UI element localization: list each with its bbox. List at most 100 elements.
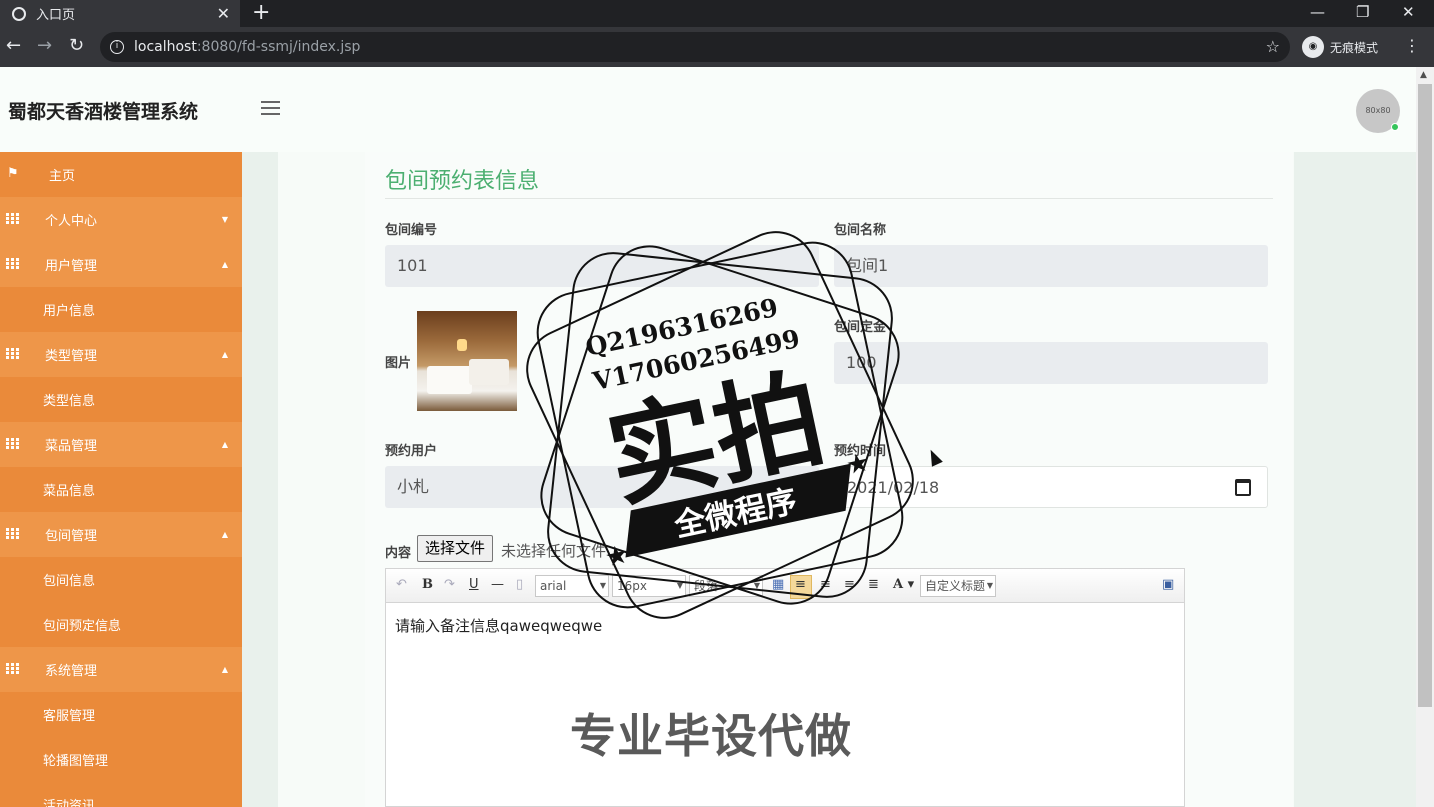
sidebar-item[interactable]: 类型信息 <box>0 377 242 422</box>
font-size-select[interactable]: 16px ▼ <box>612 575 686 597</box>
sidebar-item[interactable]: 包间信息 <box>0 557 242 602</box>
sidebar-item-label: 系统管理 <box>45 664 98 679</box>
chevron-up-icon: ▲ <box>221 440 228 449</box>
date-field[interactable]: 2021/02/18 <box>834 466 1268 508</box>
align-center-icon[interactable]: ≡ <box>820 577 831 592</box>
deposit-field[interactable]: 100 <box>834 342 1268 384</box>
chevron-up-icon: ▲ <box>221 530 228 539</box>
sidebar-item[interactable]: 包间预定信息 <box>0 602 242 647</box>
calendar-icon[interactable] <box>1235 479 1251 496</box>
url-input[interactable]: i localhost:8080/fd-ssmj/index.jsp ☆ <box>100 32 1290 62</box>
incognito-indicator[interactable]: ◉ 无痕模式 <box>1302 36 1378 58</box>
forward-button[interactable]: → <box>37 35 52 57</box>
user-field[interactable]: 小札 <box>385 466 819 508</box>
sidebar-item[interactable]: 用户信息 <box>0 287 242 332</box>
sidebar-item[interactable]: 活动资讯 <box>0 782 242 807</box>
info-icon[interactable]: i <box>110 40 124 54</box>
room-name-label: 包间名称 <box>834 223 887 238</box>
bookmark-star-icon[interactable]: ☆ <box>1266 37 1280 56</box>
image-label: 图片 <box>385 356 412 371</box>
bold-icon[interactable]: B <box>422 577 433 592</box>
scroll-thumb[interactable] <box>1418 84 1432 707</box>
sidebar-item-label: 包间信息 <box>43 574 96 589</box>
sidebar-item[interactable]: 用户管理 ▲ <box>0 242 242 287</box>
no-file-text: 未选择任何文件 <box>501 542 607 560</box>
grid-icon <box>6 528 19 539</box>
minimize-button[interactable]: — <box>1310 2 1325 22</box>
hamburger-menu-icon[interactable] <box>261 101 280 119</box>
grid-icon <box>6 663 19 674</box>
custom-heading-value: 自定义标题 <box>925 579 986 593</box>
browser-tabbar: 入口页 ✕ + — ❐ ✕ <box>0 0 1434 27</box>
font-color-icon[interactable]: A ▾ <box>893 577 914 592</box>
sidebar-item-label: 菜品管理 <box>45 439 98 454</box>
app-title: 蜀都天香酒楼管理系统 <box>8 101 199 123</box>
underline-icon[interactable]: U <box>469 577 479 592</box>
sidebar-item[interactable]: 客服管理 <box>0 692 242 737</box>
avatar-text: 80x80 <box>1365 106 1391 115</box>
horizontal-rule-icon[interactable]: — <box>491 577 504 592</box>
custom-heading-select[interactable]: 自定义标题 ▼ <box>920 575 996 597</box>
back-button[interactable]: ← <box>6 35 21 57</box>
sidebar: ⚑ 主页个人中心 ▼ 用户管理 ▲ 用户信息类型管理 ▲ 类型信息菜品管理 ▲ 菜品信息包间管理 ▲… <box>0 152 242 807</box>
redo-icon[interactable]: ↷ <box>444 577 455 592</box>
sidebar-item-label: 轮播图管理 <box>43 754 109 769</box>
flag-icon: ⚑ <box>7 166 19 181</box>
sidebar-item[interactable]: ⚑ 主页 <box>0 152 242 197</box>
browser-menu-icon[interactable]: ⋮ <box>1404 36 1420 55</box>
grid-icon <box>6 438 19 449</box>
browser-tab[interactable]: 入口页 ✕ <box>0 0 240 27</box>
font-family-select[interactable]: arial ▼ <box>535 575 609 597</box>
chevron-down-icon: ▼ <box>221 215 228 224</box>
sidebar-item-label: 菜品信息 <box>43 484 96 499</box>
sidebar-item[interactable]: 个人中心 ▼ <box>0 197 242 242</box>
scroll-up-icon[interactable]: ▲ <box>1420 70 1427 80</box>
sidebar-item[interactable]: 系统管理 ▲ <box>0 647 242 692</box>
tab-title: 入口页 <box>36 8 76 23</box>
sidebar-item-label: 主页 <box>49 169 76 184</box>
reload-button[interactable]: ↻ <box>69 35 84 57</box>
content-label: 内容 <box>385 546 412 561</box>
sidebar-item[interactable]: 菜品信息 <box>0 467 242 512</box>
align-right-icon[interactable]: ≡ <box>844 577 855 592</box>
paste-icon[interactable]: ▯ <box>516 577 523 592</box>
deposit-label: 包间定金 <box>834 320 887 335</box>
sidebar-item-label: 包间预定信息 <box>43 619 122 634</box>
chevron-up-icon: ▲ <box>221 665 228 674</box>
table-icon[interactable]: ▦ <box>772 577 784 592</box>
grid-icon <box>6 348 19 359</box>
sidebar-item[interactable]: 菜品管理 ▲ <box>0 422 242 467</box>
tab-close-icon[interactable]: ✕ <box>217 4 230 23</box>
undo-icon[interactable]: ↶ <box>396 577 407 592</box>
sidebar-item-label: 客服管理 <box>43 709 96 724</box>
sidebar-item-label: 活动资讯 <box>43 799 96 807</box>
rich-text-editor[interactable]: ↶ B ↷ U — ▯ arial ▼ 16px ▼ 段落 ▼ ▦ ≡ ≡ ≡ ≣ A… <box>385 568 1185 807</box>
sidebar-item-label: 用户信息 <box>43 304 96 319</box>
paragraph-select[interactable]: 段落 ▼ <box>689 575 763 597</box>
date-value: 2021/02/18 <box>847 478 940 497</box>
sidebar-item[interactable]: 轮播图管理 <box>0 737 242 782</box>
globe-icon <box>12 6 26 21</box>
room-image <box>417 311 517 411</box>
sidebar-item[interactable]: 包间管理 ▲ <box>0 512 242 557</box>
align-left-icon[interactable]: ≡ <box>795 577 806 592</box>
font-family-value: arial <box>540 579 567 593</box>
grid-icon <box>6 258 19 269</box>
page-scrollbar[interactable]: ▲ <box>1416 67 1434 807</box>
room-no-label: 包间编号 <box>385 223 438 238</box>
fullscreen-icon[interactable]: ▣ <box>1162 577 1174 592</box>
incognito-icon: ◉ <box>1302 36 1324 58</box>
editor-content[interactable]: 请输入备注信息qaweqweqwe <box>395 615 602 636</box>
align-justify-icon[interactable]: ≣ <box>868 577 879 592</box>
paragraph-value: 段落 <box>694 579 719 593</box>
avatar[interactable]: 80x80 <box>1356 89 1400 133</box>
room-name-field[interactable]: 包间1 <box>834 245 1268 287</box>
window-close-button[interactable]: ✕ <box>1402 2 1415 22</box>
choose-file-button[interactable]: 选择文件 <box>417 535 494 562</box>
address-bar: ← → ↻ i localhost:8080/fd-ssmj/index.jsp… <box>0 27 1434 67</box>
maximize-button[interactable]: ❐ <box>1356 2 1369 22</box>
sidebar-item[interactable]: 类型管理 ▲ <box>0 332 242 377</box>
editor-toolbar: ↶ B ↷ U — ▯ arial ▼ 16px ▼ 段落 ▼ ▦ ≡ ≡ ≡ ≣ A… <box>386 569 1184 603</box>
new-tab-button[interactable]: + <box>252 1 270 25</box>
room-no-field[interactable]: 101 <box>385 245 819 287</box>
